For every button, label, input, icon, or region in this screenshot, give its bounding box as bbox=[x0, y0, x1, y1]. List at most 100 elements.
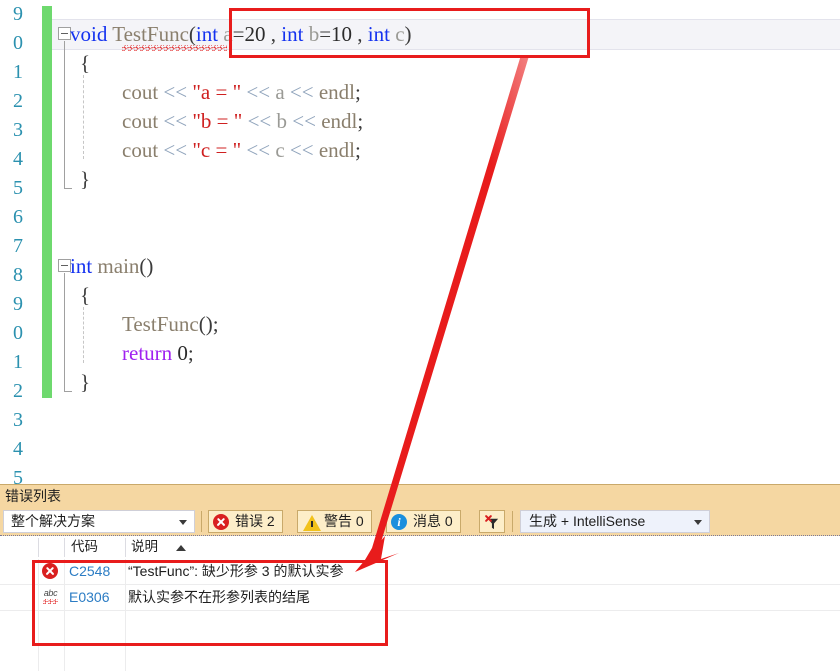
chevron-down-icon bbox=[179, 520, 187, 525]
toggle-warnings[interactable]: 警告 0 bbox=[297, 510, 372, 533]
error-description: 默认实参不在形参列表的结尾 bbox=[128, 589, 310, 605]
code-token: cout bbox=[122, 80, 159, 104]
error-list-toolbar[interactable]: 整个解决方案 错误 2 警告 0 消息 0 生成 + IntelliSense bbox=[0, 507, 840, 536]
code-token: b bbox=[308, 22, 320, 46]
code-line[interactable]: return 0; bbox=[122, 339, 194, 368]
code-text-area[interactable]: void TestFunc(int a=20 , int b=10 , int … bbox=[52, 0, 840, 484]
code-token: 10 bbox=[331, 22, 353, 46]
line-number: 5 bbox=[13, 177, 23, 199]
code-token: endl bbox=[321, 109, 358, 133]
code-line[interactable]: cout << "c = " << c << endl; bbox=[122, 136, 361, 165]
line-number: 9 bbox=[13, 3, 23, 25]
scope-filter-dropdown[interactable]: 整个解决方案 bbox=[3, 510, 195, 533]
line-number: 2 bbox=[13, 380, 23, 402]
code-line[interactable]: int main() bbox=[70, 252, 153, 281]
code-token: << bbox=[246, 80, 271, 104]
code-token: int bbox=[367, 22, 390, 46]
error-icon bbox=[213, 514, 230, 531]
error-code[interactable]: C2548 bbox=[69, 559, 110, 584]
code-token: ( bbox=[188, 22, 196, 46]
code-line[interactable]: { bbox=[80, 49, 90, 78]
fold-guide-foot-main bbox=[64, 391, 72, 392]
indent-guide-main bbox=[83, 307, 84, 363]
code-token: int bbox=[195, 22, 219, 46]
code-token: << bbox=[247, 109, 272, 133]
code-token: TestFunc bbox=[122, 312, 199, 336]
build-source-value: 生成 + IntelliSense bbox=[529, 513, 646, 529]
col-separator-1 bbox=[64, 538, 65, 557]
code-line[interactable]: } bbox=[80, 368, 90, 397]
toggle-errors[interactable]: 错误 2 bbox=[208, 510, 283, 533]
toggle-warnings-label: 警告 0 bbox=[324, 513, 364, 529]
clear-filter-icon bbox=[485, 515, 499, 530]
code-token: ; bbox=[355, 80, 361, 104]
code-token: << bbox=[163, 109, 188, 133]
build-source-dropdown[interactable]: 生成 + IntelliSense bbox=[520, 510, 710, 533]
code-token: 0 bbox=[177, 341, 188, 365]
code-token: b bbox=[276, 109, 288, 133]
col-separator-0 bbox=[38, 538, 39, 557]
line-number: 2 bbox=[13, 90, 23, 112]
code-token: ; bbox=[355, 138, 361, 162]
code-line[interactable]: cout << "b = " << b << endl; bbox=[122, 107, 363, 136]
line-number: 9 bbox=[13, 293, 23, 315]
code-line[interactable]: } bbox=[80, 165, 90, 194]
code-token: int bbox=[281, 22, 304, 46]
fold-guide-testfunc bbox=[64, 41, 65, 188]
code-token: cout bbox=[122, 138, 159, 162]
code-token: () bbox=[139, 254, 154, 278]
code-token: } bbox=[80, 167, 91, 191]
code-token: { bbox=[80, 51, 91, 75]
table-row[interactable]: C2548 “TestFunc”: 缺少形参 3 的默认实参 bbox=[0, 559, 840, 584]
line-number: 0 bbox=[13, 32, 23, 54]
code-editor[interactable]: 90123456789012345 void TestFunc(int a=20… bbox=[0, 0, 840, 484]
code-line[interactable]: TestFunc(); bbox=[122, 310, 219, 339]
chevron-down-icon-2 bbox=[694, 520, 702, 525]
error-list-column-headers[interactable]: 代码 说明 bbox=[0, 536, 840, 560]
clear-filter-button[interactable] bbox=[479, 510, 505, 533]
line-number: 3 bbox=[13, 409, 23, 431]
code-line[interactable]: void TestFunc(int a=20 , int b=10 , int … bbox=[70, 20, 412, 49]
line-number: 4 bbox=[13, 148, 23, 170]
code-token: TestFunc bbox=[112, 22, 189, 46]
table-row[interactable]: abc E0306 默认实参不在形参列表的结尾 bbox=[0, 585, 840, 610]
intellisense-icon: abc bbox=[42, 588, 59, 606]
code-token: ; bbox=[187, 341, 194, 365]
code-token: { bbox=[80, 283, 91, 307]
code-token: << bbox=[292, 109, 316, 133]
code-token: void bbox=[70, 22, 108, 46]
line-number-gutter: 9 0 1 2 3 4 5 6 7 8 9 0 1 2 3 4 5 bbox=[0, 0, 42, 484]
sort-ascending-icon bbox=[176, 545, 186, 551]
error-list-panel[interactable]: 错误列表 整个解决方案 错误 2 警告 0 消息 0 生成 + I bbox=[0, 484, 840, 671]
toolbar-separator-2 bbox=[512, 511, 513, 532]
error-list-rows[interactable]: C2548 “TestFunc”: 缺少形参 3 的默认实参 abc E0306… bbox=[0, 559, 840, 671]
code-token: endl bbox=[318, 138, 356, 162]
indent-guide-testfunc bbox=[83, 75, 84, 159]
code-token: , bbox=[265, 22, 282, 46]
error-code[interactable]: E0306 bbox=[69, 585, 109, 610]
code-token: << bbox=[289, 80, 314, 104]
row-divider-2 bbox=[0, 610, 840, 611]
code-token: , bbox=[352, 22, 368, 46]
line-number: 3 bbox=[13, 119, 23, 141]
line-number: 5 bbox=[13, 467, 23, 484]
code-token: ) bbox=[404, 22, 412, 46]
code-token: int bbox=[70, 254, 93, 278]
scope-filter-value: 整个解决方案 bbox=[11, 513, 95, 529]
column-header-description[interactable]: 说明 bbox=[131, 536, 158, 558]
toggle-messages[interactable]: 消息 0 bbox=[386, 510, 461, 533]
code-token: << bbox=[289, 138, 314, 162]
info-icon bbox=[391, 512, 408, 533]
code-token: (); bbox=[198, 312, 219, 336]
toggle-messages-label: 消息 0 bbox=[413, 513, 453, 529]
error-icon bbox=[42, 563, 59, 580]
code-token: main bbox=[97, 254, 140, 278]
code-line[interactable]: { bbox=[80, 281, 90, 310]
code-line[interactable]: cout << "a = " << a << endl; bbox=[122, 78, 361, 107]
line-number: 6 bbox=[13, 206, 23, 228]
line-number: 7 bbox=[13, 235, 23, 257]
code-token: "b = " bbox=[192, 109, 243, 133]
column-header-code[interactable]: 代码 bbox=[71, 536, 98, 558]
code-token: endl bbox=[318, 80, 356, 104]
line-number: 1 bbox=[13, 61, 23, 83]
